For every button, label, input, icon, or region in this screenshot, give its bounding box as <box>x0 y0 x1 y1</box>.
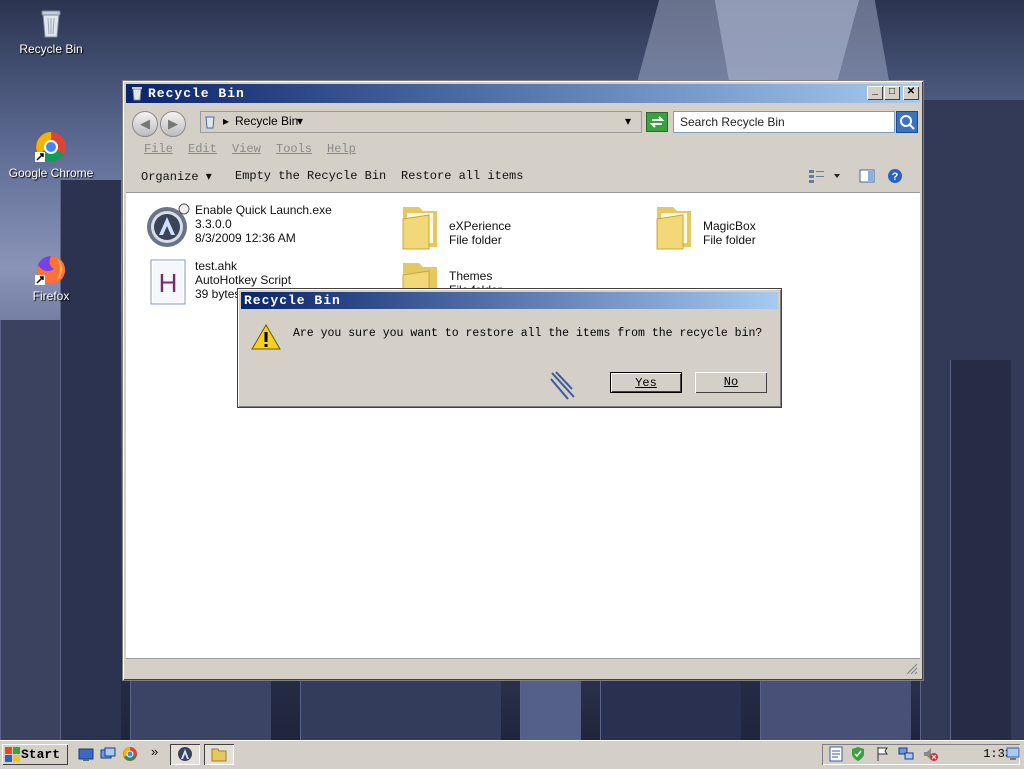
folder-icon <box>653 203 695 254</box>
desktop-icon-recycle-bin[interactable]: Recycle Bin <box>3 6 99 56</box>
restore-all-items-button[interactable]: Restore all items <box>401 169 523 183</box>
resize-grip-icon[interactable] <box>906 663 918 675</box>
chrome-icon <box>34 130 68 164</box>
search-icon <box>900 115 915 130</box>
menu-tools[interactable]: Tools <box>276 142 312 156</box>
show-desktop-quicklaunch[interactable] <box>78 746 94 762</box>
search-button[interactable] <box>896 111 918 133</box>
network-icon[interactable] <box>898 746 914 762</box>
status-bar <box>126 658 920 677</box>
file-type: File folder <box>703 233 756 247</box>
address-bar[interactable]: ▸ Recycle Bin ▾ ▾ <box>200 111 642 133</box>
notes-tray-icon[interactable] <box>828 746 844 762</box>
organize-button[interactable]: Organize ▾ <box>141 169 212 184</box>
menu-help[interactable]: Help <box>327 142 356 156</box>
file-name: Themes <box>449 269 493 283</box>
yes-label: Yes <box>635 376 657 390</box>
file-list: Enable Quick Launch.exe 3.3.0.0 8/3/2009… <box>126 192 920 658</box>
empty-recycle-bin-button[interactable]: Empty the Recycle Bin <box>235 169 386 183</box>
desktop-icon-google-chrome[interactable]: Google Chrome <box>3 130 99 180</box>
menu-bar: File Edit View Tools Help <box>126 139 920 159</box>
preview-pane-icon <box>859 169 875 183</box>
taskbar-app-aero[interactable] <box>170 744 200 765</box>
desktop-icon-label: Recycle Bin <box>19 42 83 56</box>
app-exe-icon <box>178 747 192 761</box>
confirm-restore-dialog: Recycle Bin Are you sure you want to res… <box>237 288 782 408</box>
menu-edit[interactable]: Edit <box>188 142 217 156</box>
taskbar-app-explorer[interactable] <box>204 744 234 765</box>
quicklaunch-overflow-button[interactable]: » <box>151 744 158 759</box>
back-button[interactable]: ◀ <box>132 111 158 137</box>
desktop-icon-label: Firefox <box>32 289 70 303</box>
recycle-bin-small-icon <box>129 85 145 107</box>
system-tray: 1:33 <box>822 744 1020 765</box>
chrome-quicklaunch[interactable] <box>122 746 138 762</box>
forward-button[interactable]: ▶ <box>160 111 186 137</box>
address-crumb-dropdown[interactable]: ▾ <box>297 114 303 128</box>
file-version: 3.3.0.0 <box>195 217 232 231</box>
refresh-button[interactable] <box>646 112 668 132</box>
busy-cursor-icon <box>548 369 578 404</box>
file-date: 8/3/2009 12:36 AM <box>195 231 296 245</box>
file-name: Enable Quick Launch.exe <box>195 203 332 217</box>
dialog-title[interactable]: Recycle Bin <box>241 292 778 309</box>
address-history-dropdown[interactable]: ▾ <box>625 114 631 128</box>
start-label: Start <box>21 747 61 762</box>
recycle-bin-address-icon <box>203 113 217 132</box>
window-title: Recycle Bin <box>148 86 245 101</box>
search-input[interactable]: Search Recycle Bin <box>673 111 895 133</box>
views-button[interactable] <box>808 168 842 188</box>
close-button[interactable]: ✕ <box>903 86 919 100</box>
refresh-icon <box>649 116 665 128</box>
file-type: AutoHotkey Script <box>195 273 292 287</box>
file-name: MagicBox <box>703 219 756 233</box>
security-shield-icon[interactable] <box>850 746 866 762</box>
desktop-icon-firefox[interactable]: Firefox <box>3 253 99 303</box>
window-titlebar[interactable]: Recycle Bin _ □ ✕ <box>126 84 920 103</box>
dialog-message: Are you sure you want to restore all the… <box>293 327 763 340</box>
address-location[interactable]: Recycle Bin <box>235 114 298 128</box>
search-placeholder: Search Recycle Bin <box>680 115 785 129</box>
warning-icon <box>250 323 282 354</box>
menu-file[interactable]: File <box>144 142 173 156</box>
ahk-script-icon: H <box>149 259 187 308</box>
organize-label: Organize <box>141 170 199 184</box>
start-button[interactable]: Start <box>2 744 68 765</box>
taskbar: Start » 1:33 <box>0 740 1024 769</box>
firefox-icon <box>34 253 68 287</box>
folder-icon <box>399 203 441 254</box>
switch-windows-icon <box>100 747 116 759</box>
minimize-button[interactable]: _ <box>867 86 883 100</box>
preview-pane-button[interactable] <box>859 168 875 188</box>
address-separator[interactable]: ▸ <box>223 114 229 128</box>
help-button[interactable]: ? <box>887 168 903 188</box>
recycle-bin-icon <box>34 6 68 40</box>
chrome-icon <box>123 747 137 761</box>
desktop-icon-label: Google Chrome <box>8 166 94 180</box>
app-exe-icon <box>145 203 191 252</box>
no-button[interactable]: No <box>695 372 767 393</box>
menu-view[interactable]: View <box>232 142 261 156</box>
show-desktop-button[interactable] <box>1006 746 1020 765</box>
desktop-icon <box>78 748 94 761</box>
action-center-flag-icon[interactable] <box>874 746 890 762</box>
no-label: No <box>723 375 739 389</box>
svg-text:H: H <box>159 268 178 298</box>
folder-icon <box>211 748 227 762</box>
file-name: test.ahk <box>195 259 238 273</box>
window-switcher-quicklaunch[interactable] <box>100 746 116 762</box>
file-name: eXPerience <box>449 219 512 233</box>
file-type: File folder <box>449 233 502 247</box>
show-desktop-icon <box>1006 747 1020 760</box>
maximize-button[interactable]: □ <box>884 86 900 100</box>
command-bar: Organize ▾ Empty the Recycle Bin Restore… <box>126 163 920 191</box>
volume-muted-icon[interactable] <box>922 746 938 762</box>
svg-text:?: ? <box>892 171 899 183</box>
help-icon: ? <box>888 169 902 183</box>
windows-logo-icon <box>5 747 20 762</box>
address-bar-row: ◀ ▶ ▸ Recycle Bin ▾ ▾ Search Recycle Bin <box>126 105 920 137</box>
views-icon <box>809 170 840 183</box>
yes-button[interactable]: Yes <box>610 372 682 393</box>
